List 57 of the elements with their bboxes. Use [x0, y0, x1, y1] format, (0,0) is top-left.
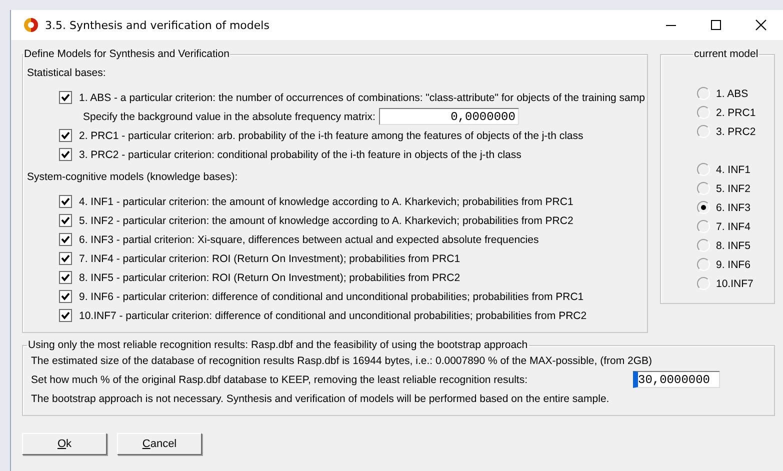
radio-label: 4. INF1: [716, 164, 750, 176]
info-text: The bootstrap approach is not necessary. Synthesis and verification of models will be performed based on the entire sample.: [31, 392, 610, 406]
radio-label: 3. PRC2: [716, 126, 756, 138]
radio-label: 2. PRC1: [716, 106, 756, 118]
radio-button[interactable]: [696, 87, 710, 100]
radio-label: 1. ABS: [716, 88, 748, 100]
checkbox[interactable]: [59, 91, 72, 104]
radio-button[interactable]: [696, 277, 710, 290]
radio-button[interactable]: [696, 125, 710, 138]
checkbox-label: 2. PRC1 - particular criterion: arb. probability of the i-th feature among the features of objects of the j-th class: [79, 130, 584, 142]
field-label: Specify the background value in the absolute frequency matrix:: [83, 110, 376, 122]
group-title: current model: [692, 48, 760, 60]
radio-label: 6. INF3: [716, 202, 750, 214]
checkbox[interactable]: [59, 290, 72, 303]
field-label: Set how much % of the original Rasp.dbf database to KEEP, removing the least reliable recognition results:: [31, 374, 529, 386]
checkbox[interactable]: [59, 214, 72, 227]
section-heading: Statistical bases:: [27, 66, 107, 81]
section-heading: System-cognitive models (knowledge bases):: [27, 170, 239, 185]
dialog-button[interactable]: Ok: [22, 433, 107, 455]
checkbox-label: 1. ABS - a particular criterion: the number of occurrences of combinations: "class-attribute" for objects of the training samp: [79, 92, 645, 104]
radio-label: 7. INF4: [716, 220, 750, 232]
checkbox-label: 5. INF2 - particular criterion: the amount of knowledge according to A. Kharkevich; probabilities from PRC2: [79, 214, 574, 226]
radio-label: 9. INF6: [716, 258, 750, 270]
checkbox[interactable]: [59, 252, 72, 265]
checkbox-label: 10.INF7 - particular criterion: difference of conditional and unconditional probabilities; probabilities from PRC2: [79, 310, 587, 322]
window-title: 3.5. Synthesis and verification of models: [45, 18, 270, 32]
group-title: Using only the most reliable recognition results: Rasp.dbf and the feasibility of using the bootstrap approach: [27, 339, 529, 351]
checkbox[interactable]: [59, 195, 72, 208]
info-text: The estimated size of the database of recognition results Rasp.dbf is 16944 bytes, i.e.: 0.0007890 % of the MAX-possible, (from 2GB): [31, 354, 654, 368]
radio-label: 8. INF5: [716, 240, 750, 252]
checkbox[interactable]: [59, 148, 72, 161]
radio-label: 5. INF2: [716, 182, 750, 194]
maximize-icon: [710, 19, 722, 31]
radio-button[interactable]: [696, 258, 710, 271]
radio-label: 10.INF7: [716, 278, 754, 290]
checkbox[interactable]: [59, 129, 72, 142]
checkbox-label: 3. PRC2 - particular criterion: conditional probability of the i-th feature in objects of the j-th class: [79, 148, 522, 160]
radio-button[interactable]: [696, 106, 710, 119]
value-field[interactable]: 0,0000000: [379, 108, 520, 125]
checkbox-label: 4. INF1 - particular criterion: the amount of knowledge according to A. Kharkevich; probabilities from PRC1: [79, 196, 574, 208]
checkbox-label: 8. INF5 - particular criterion: ROI (Return On Investment); probabilities from PRC2: [79, 272, 460, 284]
checkbox-label: 6. INF3 - partial criterion: Xi-square, differences between actual and expected absolute frequencies: [79, 234, 539, 246]
group-title: Define Models for Synthesis and Verification: [23, 48, 230, 60]
checkbox[interactable]: [59, 309, 72, 322]
app-logo-icon: [23, 17, 39, 33]
radio-button[interactable]: [696, 201, 710, 214]
checkbox-label: 7. INF4 - particular criterion: ROI (Return On Investment); probabilities from PRC1: [79, 252, 460, 264]
close-icon: [755, 19, 767, 31]
percent-field[interactable]: 30,0000000: [633, 371, 720, 388]
radio-button[interactable]: [696, 220, 710, 233]
radio-button[interactable]: [696, 182, 710, 195]
checkbox-label: 9. INF6 - particular criterion: difference of conditional and unconditional probabilities; probabilities from PRC1: [79, 290, 584, 302]
checkbox[interactable]: [59, 271, 72, 284]
checkbox[interactable]: [59, 233, 72, 246]
dialog-button[interactable]: Cancel: [117, 433, 202, 455]
radio-button[interactable]: [696, 163, 710, 176]
radio-button[interactable]: [696, 239, 710, 252]
